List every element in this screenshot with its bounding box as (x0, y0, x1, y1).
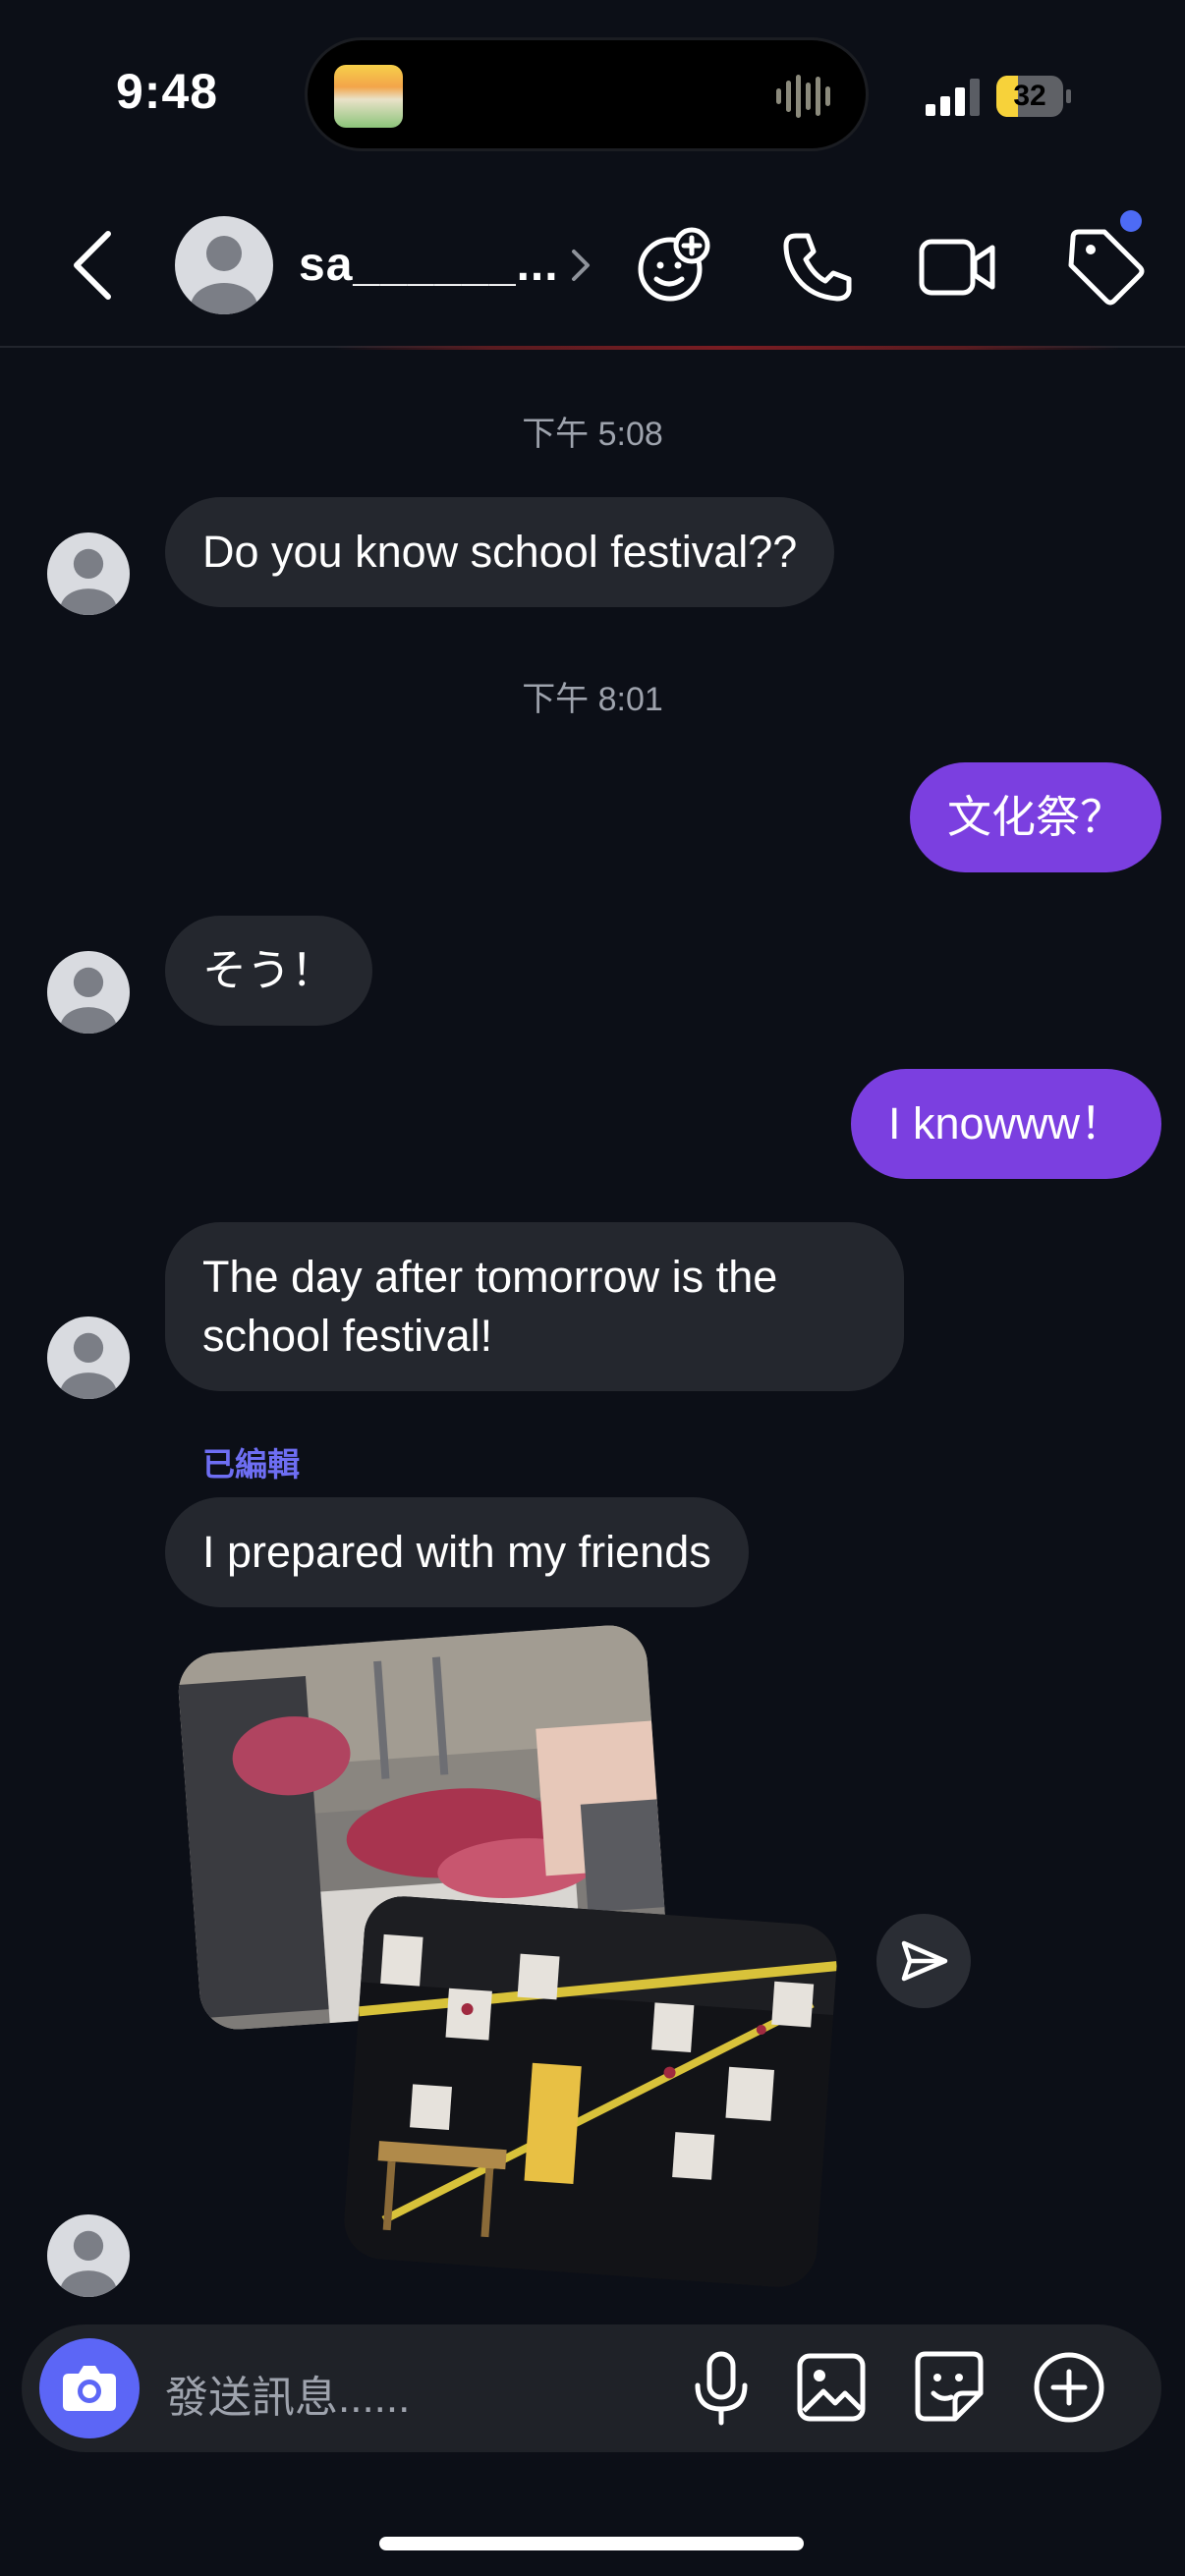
phone-icon[interactable] (778, 228, 857, 307)
sticker-icon[interactable] (912, 2348, 987, 2425)
battery-level: 32 (1013, 80, 1046, 112)
default-avatar-icon (60, 548, 117, 615)
send-icon (901, 1940, 948, 1982)
default-avatar-icon (60, 967, 117, 1034)
previous-content-edge (334, 346, 1120, 350)
gallery-icon[interactable] (796, 2350, 867, 2425)
tag-icon[interactable] (1063, 224, 1146, 307)
add-effect-icon[interactable] (635, 226, 713, 305)
sender-avatar[interactable] (47, 1316, 130, 1399)
default-avatar-icon (60, 1332, 117, 1399)
message-bubble-outgoing[interactable]: I knowww！ (850, 1069, 1161, 1179)
cellular-signal-icon (926, 79, 980, 116)
sender-avatar[interactable] (47, 2214, 130, 2297)
message-bubble-incoming[interactable]: Do you know school festival?? (165, 497, 835, 607)
audio-waveform-icon (776, 75, 830, 118)
edited-label: 已編輯 (202, 1446, 300, 1483)
plus-circle-icon[interactable] (1030, 2348, 1108, 2427)
timestamp: 下午 5:08 (522, 416, 663, 453)
back-icon[interactable] (65, 228, 124, 303)
default-avatar-icon (60, 2230, 117, 2297)
home-indicator[interactable] (379, 2537, 804, 2550)
sender-avatar[interactable] (47, 951, 130, 1034)
camera-button[interactable] (39, 2338, 140, 2438)
chevron-right-icon[interactable] (568, 246, 593, 285)
status-time: 9:48 (116, 64, 219, 119)
message-bubble-outgoing[interactable]: 文化祭？ (909, 762, 1161, 872)
default-avatar-icon (191, 236, 257, 314)
message-bubble-incoming[interactable]: The day after tomorrow is the school fes… (165, 1222, 904, 1391)
now-playing-artwork[interactable] (334, 65, 403, 128)
timestamp: 下午 8:01 (522, 681, 663, 718)
contact-name[interactable]: sa______... (299, 238, 559, 292)
contact-avatar[interactable] (175, 216, 273, 314)
message-bubble-incoming[interactable]: そう！ (165, 916, 373, 1026)
microphone-icon[interactable] (686, 2350, 757, 2427)
video-camera-icon[interactable] (918, 234, 996, 301)
photo-attachment[interactable] (341, 1893, 840, 2290)
message-input[interactable]: 發送訊息...... (165, 2362, 410, 2425)
sender-avatar[interactable] (47, 532, 130, 615)
notification-dot (1120, 210, 1142, 232)
message-bubble-incoming[interactable]: I prepared with my friends (165, 1497, 749, 1607)
share-button[interactable] (876, 1914, 971, 2008)
camera-icon (63, 2366, 116, 2411)
